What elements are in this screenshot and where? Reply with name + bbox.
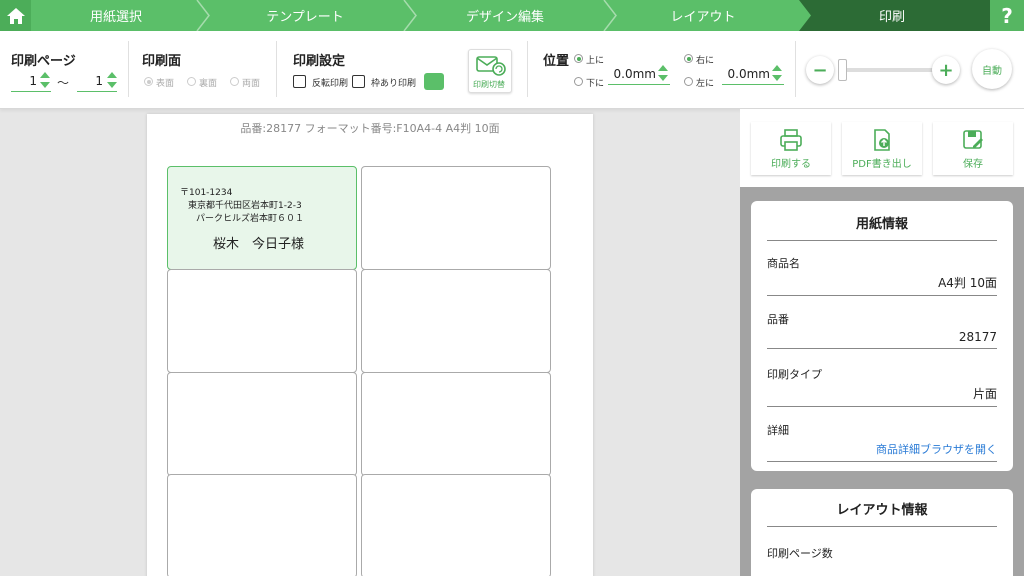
label-cell[interactable] <box>167 269 357 373</box>
print-button[interactable]: 印刷する <box>751 122 831 175</box>
toolbar-divider <box>527 41 528 97</box>
print-side-label: 印刷面 <box>142 54 182 69</box>
print-setting-label: 印刷設定 <box>293 54 346 69</box>
vertical-offset-up-icon[interactable] <box>658 65 668 71</box>
position-left-label: 左に <box>696 79 715 89</box>
zoom-slider-track[interactable] <box>838 68 938 72</box>
horizontal-offset-down-icon[interactable] <box>772 75 782 81</box>
side-front-radio[interactable] <box>144 77 153 86</box>
vertical-offset-down-icon[interactable] <box>658 75 668 81</box>
zoom-auto-button[interactable]: 自動 <box>972 49 1012 89</box>
home-icon <box>6 7 25 24</box>
printer-icon <box>780 129 802 151</box>
print-type-label: 印刷タイプ <box>767 368 822 381</box>
product-number-label: 品番 <box>767 313 789 326</box>
step-design-edit[interactable]: デザイン編集 <box>410 0 600 31</box>
side-both-label: 両面 <box>242 79 261 89</box>
save-button-label: 保存 <box>963 159 983 170</box>
step-layout[interactable]: レイアウト <box>610 0 796 31</box>
frame-print-checkbox[interactable] <box>352 75 365 88</box>
step-paper-select[interactable]: 用紙選択 <box>31 0 201 31</box>
label-address-line1: 東京都千代田区岩本町1-2-3 <box>188 201 302 211</box>
reverse-print-label: 反転印刷 <box>312 79 349 89</box>
side-both-radio[interactable] <box>230 77 239 86</box>
reverse-print-checkbox[interactable] <box>293 75 306 88</box>
label-recipient-name: 桜木 今日子様 <box>213 237 305 252</box>
print-type-value: 片面 <box>767 385 997 407</box>
print-switch-label: 印刷切替 <box>473 80 505 89</box>
label-cell[interactable] <box>167 474 357 576</box>
zoom-slider-handle[interactable] <box>838 59 847 81</box>
position-right-label: 右に <box>696 56 715 66</box>
print-toolbar: 印刷ページ 1 〜 1 印刷面 表面 裏面 両面 印刷設定 反転印刷 枠あり印刷… <box>0 31 1024 109</box>
product-number-value: 28177 <box>767 330 997 349</box>
detail-label: 詳細 <box>767 424 789 437</box>
pdf-export-button[interactable]: PDF書き出し <box>842 122 922 175</box>
position-top-label: 上に <box>586 56 605 66</box>
frame-print-label: 枠あり印刷 <box>371 79 417 89</box>
zoom-out-button[interactable]: − <box>806 56 834 84</box>
label-cell[interactable] <box>361 474 551 576</box>
frame-color-button[interactable] <box>424 73 444 90</box>
paper-format-info: 品番:28177 フォーマット番号:F10A4-4 A4判 10面 <box>240 122 500 135</box>
label-cell[interactable] <box>361 166 551 270</box>
label-cell[interactable] <box>361 269 551 373</box>
layout-info-title: レイアウト情報 <box>767 499 997 527</box>
step-template[interactable]: テンプレート <box>210 0 400 31</box>
position-top-radio[interactable] <box>574 54 583 63</box>
detail-link-row: 商品詳細ブラウザを開く <box>767 441 997 462</box>
step-active-tip <box>799 0 812 31</box>
position-right-radio[interactable] <box>684 54 693 63</box>
step-print[interactable]: 印刷 <box>812 0 972 31</box>
range-separator: 〜 <box>57 76 70 90</box>
horizontal-offset-up-icon[interactable] <box>772 65 782 71</box>
paper-info-card: 用紙情報 商品名 A4判 10面 品番 28177 印刷タイプ 片面 詳細 商品… <box>751 201 1013 471</box>
side-front-label: 表面 <box>156 79 175 89</box>
home-button[interactable] <box>0 0 31 31</box>
side-back-radio[interactable] <box>187 77 196 86</box>
product-name-value: A4判 10面 <box>767 274 997 296</box>
side-back-label: 裏面 <box>199 79 218 89</box>
print-switch-icon <box>476 56 506 76</box>
print-page-to-down-icon[interactable] <box>107 82 117 88</box>
print-button-label: 印刷する <box>771 159 811 170</box>
print-page-from-up-icon[interactable] <box>40 72 50 78</box>
toolbar-divider <box>795 41 796 97</box>
print-page-label: 印刷ページ <box>11 54 76 69</box>
pdf-export-icon <box>874 129 890 151</box>
paper-preview: 品番:28177 フォーマット番号:F10A4-4 A4判 10面 〒101-1… <box>147 114 593 576</box>
position-bottom-radio[interactable] <box>574 77 583 86</box>
print-page-from-down-icon[interactable] <box>40 82 50 88</box>
print-switch-button[interactable]: 印刷切替 <box>468 49 512 93</box>
print-page-count-label: 印刷ページ数 <box>767 547 833 560</box>
help-button[interactable]: ? <box>990 0 1024 31</box>
step-navigation-bar: 用紙選択 テンプレート デザイン編集 レイアウト 印刷 ? <box>0 0 1024 31</box>
print-page-to-up-icon[interactable] <box>107 72 117 78</box>
label-cell-selected[interactable]: 〒101-1234 東京都千代田区岩本町1-2-3 パークヒルズ岩本町６０１ 桜… <box>167 166 357 270</box>
toolbar-divider <box>276 41 277 97</box>
label-cell[interactable] <box>361 372 551 476</box>
save-icon <box>963 130 983 149</box>
save-button[interactable]: 保存 <box>933 122 1013 175</box>
open-product-details-link[interactable]: 商品詳細ブラウザを開く <box>876 443 997 456</box>
position-left-radio[interactable] <box>684 77 693 86</box>
label-address-line2: パークヒルズ岩本町６０１ <box>196 214 305 224</box>
layout-info-card: レイアウト情報 印刷ページ数 <box>751 489 1013 576</box>
label-postal-code: 〒101-1234 <box>180 188 233 198</box>
toolbar-divider <box>128 41 129 97</box>
pdf-export-button-label: PDF書き出し <box>852 159 912 170</box>
label-cell[interactable] <box>167 372 357 476</box>
paper-info-title: 用紙情報 <box>767 213 997 241</box>
zoom-in-button[interactable]: + <box>932 56 960 84</box>
position-bottom-label: 下に <box>586 79 605 89</box>
product-name-label: 商品名 <box>767 257 800 270</box>
position-label: 位置 <box>543 54 570 69</box>
